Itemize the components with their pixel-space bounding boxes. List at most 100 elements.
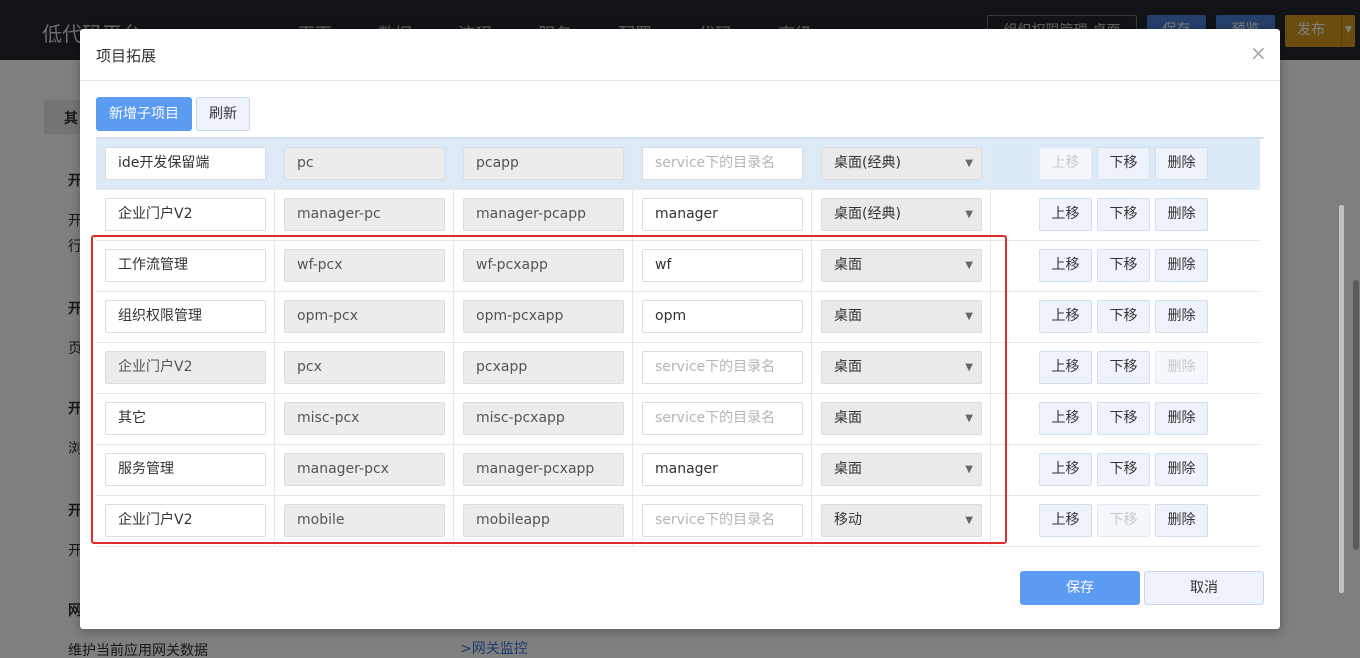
app-input: wf-pcxapp <box>463 249 624 282</box>
app-cell: misc-pcxapp <box>454 394 633 445</box>
name-input[interactable]: 其它 <box>105 402 266 435</box>
move-up-button[interactable]: 上移 <box>1039 453 1092 486</box>
type-select[interactable]: 桌面 ▼ <box>821 453 982 486</box>
service-dir-input[interactable]: service下的目录名 <box>642 402 803 435</box>
service-dir-input[interactable]: opm <box>642 300 803 333</box>
delete-button[interactable]: 删除 <box>1155 300 1208 333</box>
service-dir-input[interactable]: manager <box>642 453 803 486</box>
app-cell: pcapp <box>454 139 633 190</box>
app-cell: pcxapp <box>454 343 633 394</box>
dialog-scrollbar[interactable] <box>1339 205 1344 593</box>
type-select[interactable]: 桌面 ▼ <box>821 402 982 435</box>
type-select-value: 桌面(经典) <box>834 155 901 171</box>
table-row[interactable]: ide开发保留端 pc pcapp service下的目录名 桌面(经典) ▼ 上移 下移 删除 <box>96 139 1260 190</box>
add-subproject-button[interactable]: 新增子项目 <box>96 97 192 131</box>
service-cell: service下的目录名 <box>633 496 812 547</box>
move-down-button[interactable]: 下移 <box>1097 147 1150 180</box>
delete-button[interactable]: 删除 <box>1155 249 1208 282</box>
move-up-button[interactable]: 上移 <box>1039 402 1092 435</box>
chevron-down-icon: ▼ <box>965 209 973 220</box>
table-row[interactable]: 企业门户V2 mobile mobileapp service下的目录名 移动 ▼ 上移 下移… <box>96 496 1260 547</box>
move-down-button[interactable]: 下移 <box>1097 402 1150 435</box>
type-cell: 桌面(经典) ▼ <box>812 190 991 241</box>
delete-button: 删除 <box>1155 351 1208 384</box>
move-down-button[interactable]: 下移 <box>1097 198 1150 231</box>
table-row[interactable]: 工作流管理 wf-pcx wf-pcxapp wf 桌面 ▼ 上移 下移 删除 <box>96 241 1260 292</box>
name-cell: 组织权限管理 <box>96 292 275 343</box>
move-down-button[interactable]: 下移 <box>1097 300 1150 333</box>
move-down-button[interactable]: 下移 <box>1097 351 1150 384</box>
app-cell: opm-pcxapp <box>454 292 633 343</box>
service-cell: opm <box>633 292 812 343</box>
app-input: misc-pcxapp <box>463 402 624 435</box>
service-dir-input[interactable]: wf <box>642 249 803 282</box>
delete-button[interactable]: 删除 <box>1155 147 1208 180</box>
table-row[interactable]: 企业门户V2 pcx pcxapp service下的目录名 桌面 ▼ 上移 下移 删除 <box>96 343 1260 394</box>
move-up-button[interactable]: 上移 <box>1039 198 1092 231</box>
type-select-value: 桌面 <box>834 359 862 375</box>
type-select[interactable]: 桌面 ▼ <box>821 249 982 282</box>
actions-cell: 上移 下移 删除 <box>991 343 1260 394</box>
code-input: misc-pcx <box>284 402 445 435</box>
move-up-button[interactable]: 上移 <box>1039 249 1092 282</box>
app-cell: wf-pcxapp <box>454 241 633 292</box>
type-select-value: 桌面 <box>834 308 862 324</box>
delete-button[interactable]: 删除 <box>1155 453 1208 486</box>
type-select[interactable]: 移动 ▼ <box>821 504 982 537</box>
move-down-button[interactable]: 下移 <box>1097 453 1150 486</box>
service-dir-input[interactable]: manager <box>642 198 803 231</box>
name-input[interactable]: 企业门户V2 <box>105 351 266 384</box>
actions-cell: 上移 下移 删除 <box>991 241 1260 292</box>
code-input: pcx <box>284 351 445 384</box>
type-select[interactable]: 桌面(经典) ▼ <box>821 198 982 231</box>
delete-button[interactable]: 删除 <box>1155 402 1208 435</box>
save-button[interactable]: 保存 <box>1020 571 1140 605</box>
service-cell: service下的目录名 <box>633 343 812 394</box>
close-icon[interactable]: × <box>1250 43 1267 63</box>
move-down-button: 下移 <box>1097 504 1150 537</box>
type-cell: 桌面 ▼ <box>812 292 991 343</box>
code-input: wf-pcx <box>284 249 445 282</box>
service-cell: manager <box>633 190 812 241</box>
code-cell: pc <box>275 139 454 190</box>
move-up-button[interactable]: 上移 <box>1039 351 1092 384</box>
chevron-down-icon: ▼ <box>965 413 973 424</box>
type-select[interactable]: 桌面 ▼ <box>821 351 982 384</box>
move-up-button[interactable]: 上移 <box>1039 504 1092 537</box>
delete-button[interactable]: 删除 <box>1155 504 1208 537</box>
service-dir-input[interactable]: service下的目录名 <box>642 147 803 180</box>
service-dir-input[interactable]: service下的目录名 <box>642 351 803 384</box>
delete-button[interactable]: 删除 <box>1155 198 1208 231</box>
app-input: manager-pcapp <box>463 198 624 231</box>
name-cell: 企业门户V2 <box>96 496 275 547</box>
name-input[interactable]: 服务管理 <box>105 453 266 486</box>
type-select[interactable]: 桌面 ▼ <box>821 300 982 333</box>
service-dir-input[interactable]: service下的目录名 <box>642 504 803 537</box>
type-select-value: 桌面 <box>834 461 862 477</box>
move-up-button[interactable]: 上移 <box>1039 300 1092 333</box>
type-cell: 桌面 ▼ <box>812 394 991 445</box>
name-input[interactable]: 组织权限管理 <box>105 300 266 333</box>
name-input[interactable]: 工作流管理 <box>105 249 266 282</box>
type-select-value: 桌面(经典) <box>834 206 901 222</box>
cancel-button[interactable]: 取消 <box>1144 571 1264 605</box>
table-row[interactable]: 企业门户V2 manager-pc manager-pcapp manager 桌面(经… <box>96 190 1260 241</box>
refresh-button[interactable]: 刷新 <box>196 97 250 131</box>
table-row[interactable]: 其它 misc-pcx misc-pcxapp service下的目录名 桌面 ▼ 上移 下移… <box>96 394 1260 445</box>
table-row[interactable]: 服务管理 manager-pcx manager-pcxapp manager 桌面 ▼ 上… <box>96 445 1260 496</box>
type-select[interactable]: 桌面(经典) ▼ <box>821 147 982 180</box>
code-input: manager-pcx <box>284 453 445 486</box>
code-input: pc <box>284 147 445 180</box>
name-input[interactable]: 企业门户V2 <box>105 504 266 537</box>
chevron-down-icon: ▼ <box>965 311 973 322</box>
move-down-button[interactable]: 下移 <box>1097 249 1150 282</box>
chevron-down-icon: ▼ <box>965 260 973 271</box>
actions-cell: 上移 下移 删除 <box>991 190 1260 241</box>
table-row[interactable]: 组织权限管理 opm-pcx opm-pcxapp opm 桌面 ▼ 上移 下移 删除 <box>96 292 1260 343</box>
name-input[interactable]: 企业门户V2 <box>105 198 266 231</box>
name-cell: 企业门户V2 <box>96 343 275 394</box>
type-cell: 桌面(经典) ▼ <box>812 139 991 190</box>
code-cell: manager-pcx <box>275 445 454 496</box>
app-cell: manager-pcxapp <box>454 445 633 496</box>
name-input[interactable]: ide开发保留端 <box>105 147 266 180</box>
